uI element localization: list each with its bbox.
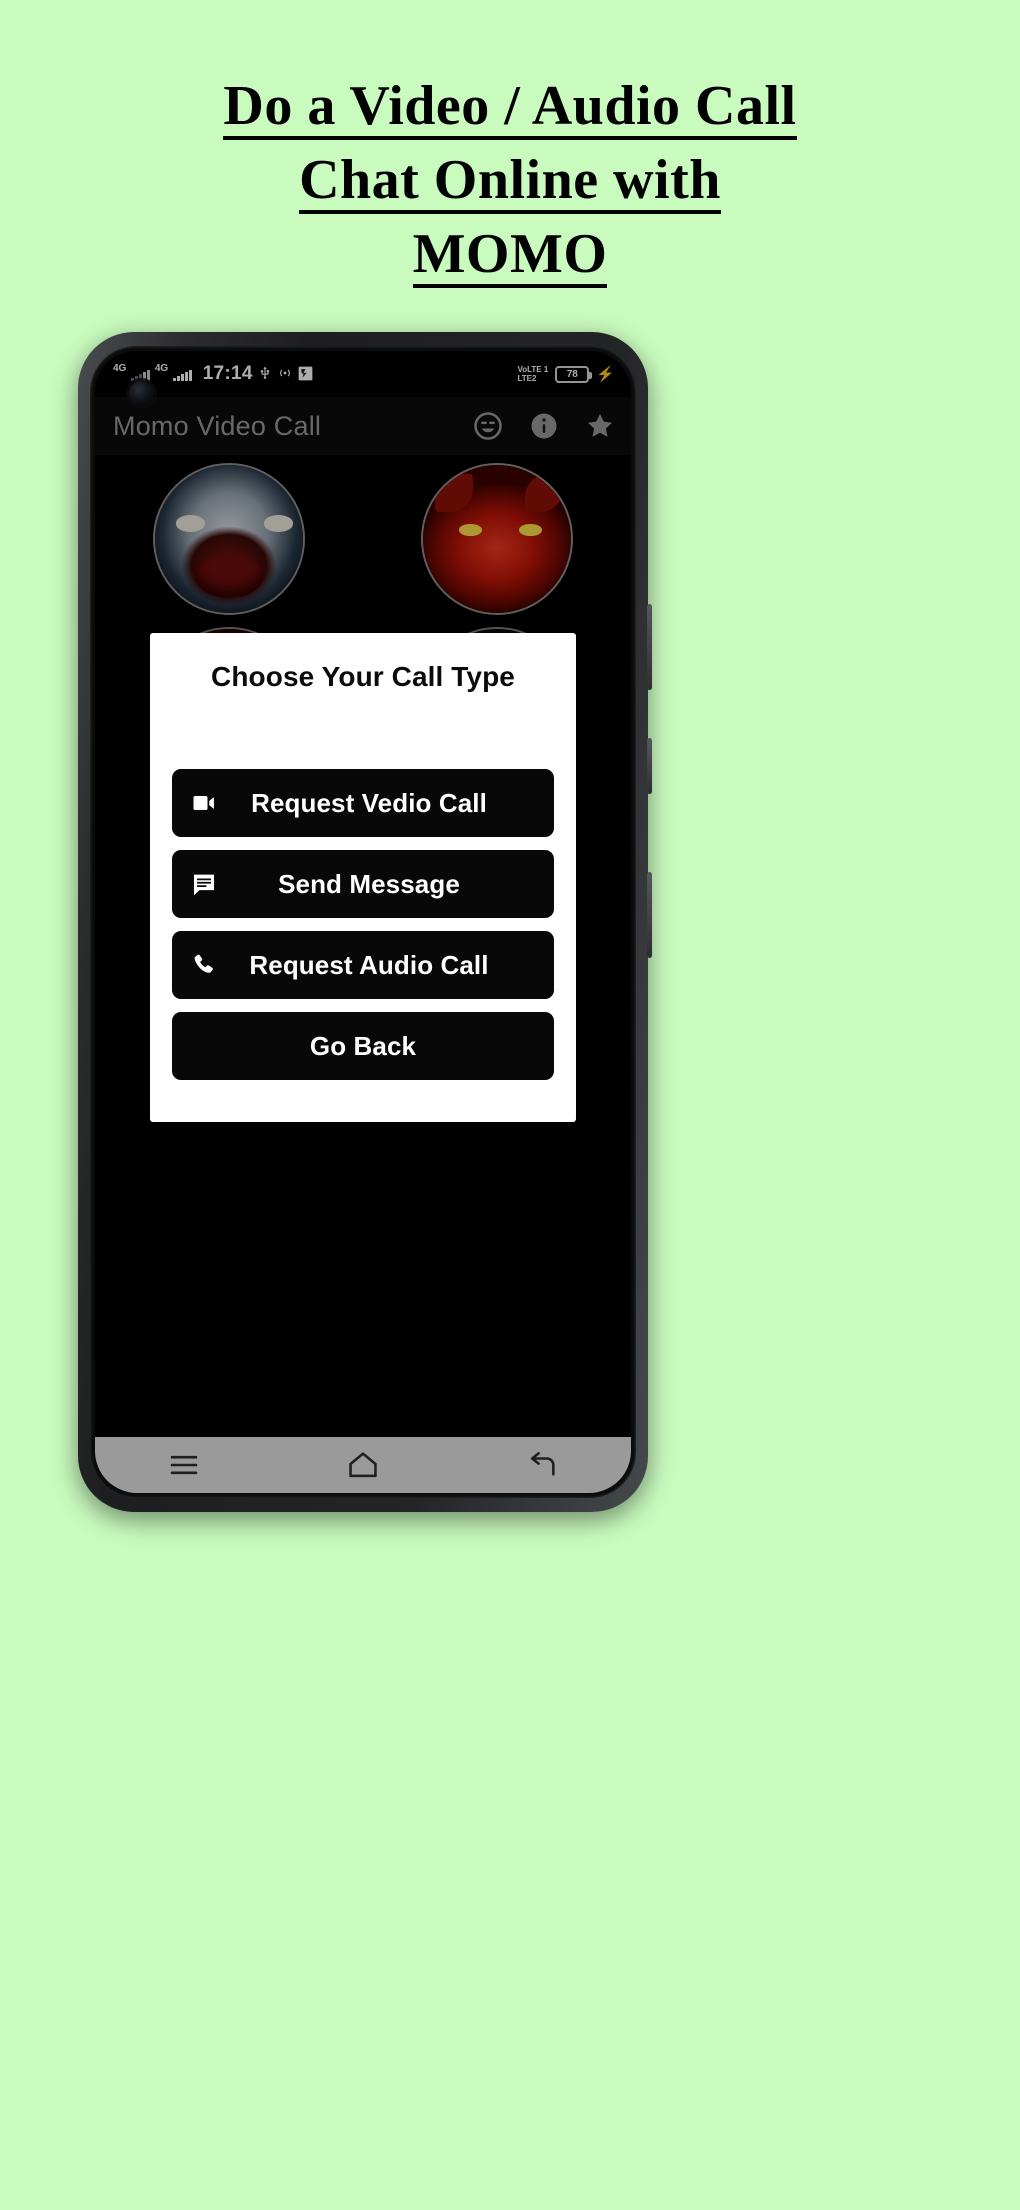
message-bubble-icon	[190, 870, 218, 898]
video-camera-icon	[190, 789, 218, 817]
phone-handset-icon	[190, 951, 218, 979]
request-audio-call-button[interactable]: Request Audio Call	[172, 931, 554, 999]
go-back-button[interactable]: Go Back	[172, 1012, 554, 1080]
page-title-line-1: Do a Video / Audio Call	[0, 78, 1020, 152]
phone-device-mockup: 4G 4G 17:14 VoLTE 1 LTE2 78 ⚡ Momo Video…	[78, 332, 652, 1512]
phone-screen: 4G 4G 17:14 VoLTE 1 LTE2 78 ⚡ Momo Video…	[95, 351, 631, 1493]
button-label: Go Back	[309, 1030, 417, 1061]
phone-bezel: 4G 4G 17:14 VoLTE 1 LTE2 78 ⚡ Momo Video…	[90, 346, 636, 1498]
page-title: Do a Video / Audio Call Chat Online with…	[0, 78, 1020, 300]
dialog-title: Choose Your Call Type	[211, 661, 515, 692]
button-label: Request Vedio Call	[251, 787, 487, 818]
back-button[interactable]	[525, 1448, 559, 1482]
recents-button[interactable]	[167, 1448, 201, 1482]
home-button[interactable]	[346, 1448, 380, 1482]
page-title-line-2: Chat Online with	[0, 152, 1020, 226]
volume-up-button[interactable]	[647, 604, 652, 690]
request-video-call-button[interactable]: Request Vedio Call	[172, 769, 554, 837]
power-button[interactable]	[647, 738, 652, 794]
volume-down-button[interactable]	[647, 872, 652, 958]
button-label: Request Audio Call	[249, 949, 489, 980]
android-nav-bar	[95, 1437, 631, 1493]
call-type-dialog: Choose Your Call Type Request Vedio Call…	[150, 633, 576, 1122]
button-label: Send Message	[278, 868, 460, 899]
send-message-button[interactable]: Send Message	[172, 850, 554, 918]
page-title-line-3: MOMO	[0, 226, 1020, 300]
